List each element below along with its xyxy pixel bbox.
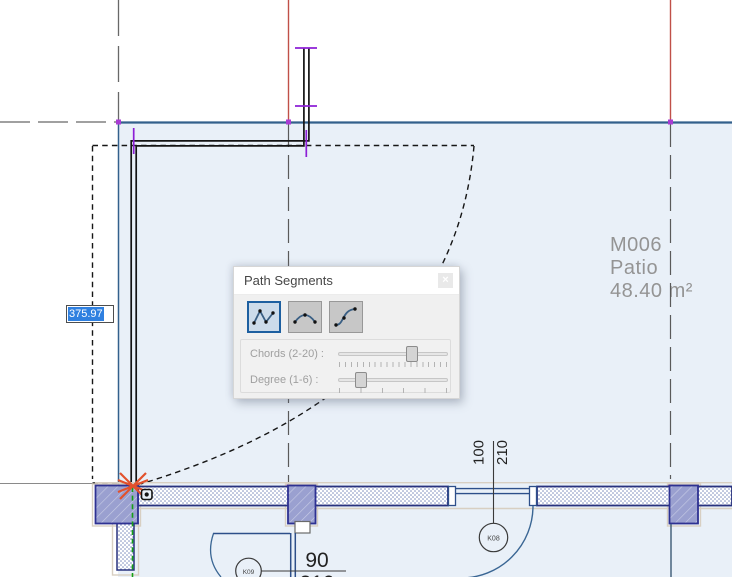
degree-slider-thumb[interactable] xyxy=(355,372,367,388)
segment-type-buttons xyxy=(247,301,363,333)
dimension-value: 375.97 xyxy=(68,307,104,321)
cursor-node-icon xyxy=(140,488,153,501)
arc-segment-button[interactable] xyxy=(288,301,322,333)
chords-label: Chords (2-20) : xyxy=(250,348,324,360)
door-k09[interactable]: K09 90 210 xyxy=(209,520,346,577)
spline-segment-button[interactable] xyxy=(329,301,363,333)
slider-groupbox: Chords (2-20) : Degree (1-6) : xyxy=(240,339,451,393)
door-swing-arc xyxy=(209,533,222,577)
dimension-input[interactable]: 375.97 xyxy=(66,305,114,323)
door-tag: K09 xyxy=(243,569,255,576)
door-height-label: 210 xyxy=(494,440,511,465)
chords-slider-ticks xyxy=(339,362,447,367)
degree-slider-ticks xyxy=(339,388,447,393)
chords-slider-thumb[interactable] xyxy=(405,346,418,362)
close-icon[interactable]: × xyxy=(438,273,453,288)
door-width-label: 100 xyxy=(471,440,488,465)
wall-segments[interactable] xyxy=(116,485,732,571)
application-canvas: M006 Patio 48.40 m² K08 100 210 K09 90 3… xyxy=(0,0,732,577)
chords-slider-track[interactable] xyxy=(338,352,448,356)
degree-slider[interactable] xyxy=(338,371,448,393)
spline-icon xyxy=(334,307,357,327)
door-height-label-clipped: 210 xyxy=(299,572,334,577)
arc-icon xyxy=(293,313,317,324)
polyline-icon xyxy=(252,309,275,325)
path-segments-dialog[interactable]: Path Segments × Chords (2-20): Degree (… xyxy=(233,266,460,399)
polyline-segment-button[interactable] xyxy=(247,301,281,333)
chords-slider[interactable] xyxy=(338,345,448,367)
door-tag: K08 xyxy=(487,536,500,543)
door-width-label: 90 xyxy=(305,549,328,572)
dialog-title: Path Segments xyxy=(244,273,333,288)
degree-label: Degree (1-6) : xyxy=(250,374,319,386)
dialog-titlebar[interactable]: Path Segments × xyxy=(234,267,459,295)
grid-lines xyxy=(0,0,672,485)
